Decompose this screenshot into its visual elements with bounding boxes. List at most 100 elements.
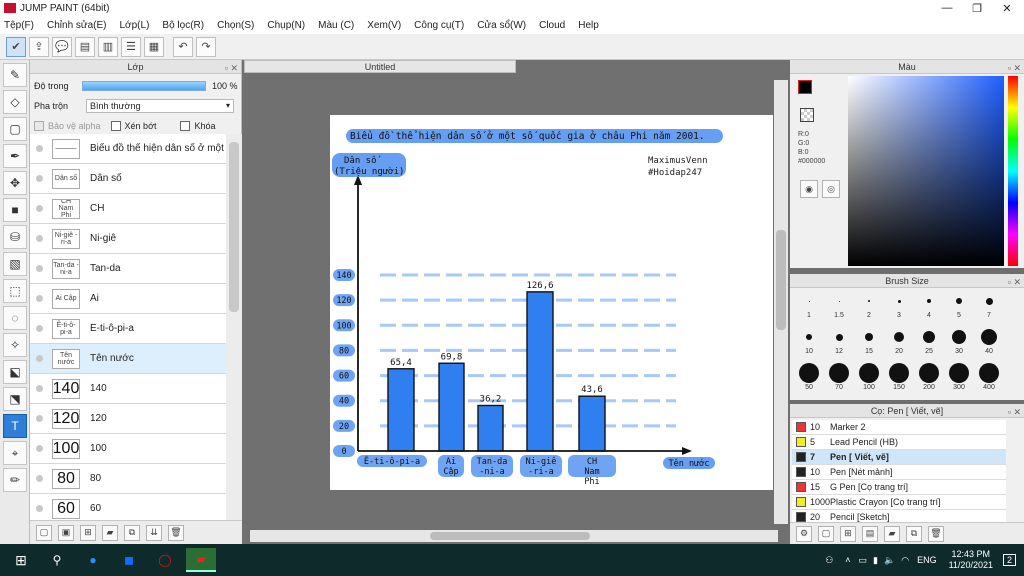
layer-scrollbar[interactable] — [226, 134, 242, 520]
layer-scroll-thumb[interactable] — [229, 142, 239, 312]
canvas-horizontal-scrollbar[interactable] — [250, 530, 778, 542]
search-icon[interactable]: ⚲ — [42, 548, 72, 572]
menu-item-6[interactable]: Màu (C) — [318, 20, 354, 31]
eye-icon[interactable] — [36, 475, 43, 482]
brush-size-cell[interactable]: 7 — [974, 290, 1004, 319]
layer-row[interactable]: Dân số Dân số — [30, 164, 226, 194]
horizontal-scroll-thumb[interactable] — [430, 532, 590, 540]
brush-item[interactable]: 10 Pen [Nét mảnh] — [792, 465, 1006, 480]
eye-icon[interactable] — [36, 145, 43, 152]
menu-item-8[interactable]: Công cụ(T) — [414, 20, 464, 31]
eye-icon[interactable] — [36, 385, 43, 392]
brush-settings-icon[interactable]: ⚙ — [796, 525, 812, 542]
new-brush-icon[interactable]: ▢ — [818, 525, 834, 542]
pencil-tool-icon[interactable]: ✏ — [3, 468, 27, 492]
menu-item-11[interactable]: Help — [578, 20, 599, 31]
brush-size-cell[interactable]: 1.5 — [824, 290, 854, 319]
brush-item[interactable]: 7 Pen [ Viết, vẽ] — [792, 450, 1006, 465]
brush-item[interactable]: 10 Marker 2 — [792, 420, 1006, 435]
color-spectrum[interactable] — [848, 76, 1004, 266]
select-eraser-tool-icon[interactable]: ⬔ — [3, 387, 27, 411]
folder-icon[interactable]: ▰ — [102, 524, 118, 541]
volume-icon[interactable]: 🔈 — [884, 555, 895, 566]
eye-icon[interactable] — [36, 355, 43, 362]
opera-app-icon[interactable]: ◯ — [150, 548, 180, 572]
drawing-canvas[interactable]: Biểu đồ thể hiện dân số ở một số quốc gi… — [330, 115, 773, 490]
add-layer-menu-icon[interactable]: ⊞ — [80, 524, 96, 541]
duplicate-layer-icon[interactable]: ⧉ — [124, 524, 140, 541]
foreground-color-swatch[interactable] — [798, 80, 812, 94]
lasso-tool-icon[interactable]: ◌ — [3, 306, 27, 330]
brush-size-cell[interactable]: 4 — [914, 290, 944, 319]
blend-mode-select[interactable]: Bình thường ▾ — [86, 99, 234, 113]
hue-slider[interactable] — [1008, 76, 1018, 266]
pen-tool-icon[interactable]: ✒ — [3, 144, 27, 168]
dropper-tool-icon[interactable]: ⌖ — [3, 441, 27, 465]
brush-size-cell[interactable]: 50 — [794, 362, 824, 391]
delete-brush-icon[interactable]: 🗑 — [928, 525, 944, 542]
lock-checkbox[interactable] — [180, 121, 191, 131]
palette-picker-icon[interactable]: ◎ — [822, 180, 840, 198]
layer-row[interactable]: Ni-giê -ri-a Ni-giê — [30, 224, 226, 254]
brush-size-cell[interactable]: 5 — [944, 290, 974, 319]
canvas-vertical-scrollbar[interactable] — [774, 80, 788, 524]
brush-size-cell[interactable]: 150 — [884, 362, 914, 391]
wifi-icon[interactable]: ◠ — [901, 555, 909, 566]
network-icon[interactable]: ▭ — [859, 555, 868, 566]
layer-row[interactable]: CH Nam Phi CH — [30, 194, 226, 224]
palette-icon[interactable]: ◉ — [800, 180, 818, 198]
menu-item-1[interactable]: Chỉnh sửa(E) — [47, 20, 107, 31]
brush-folder-icon[interactable]: ▰ — [884, 525, 900, 542]
layer-row[interactable]: 80 80 — [30, 464, 226, 494]
eye-icon[interactable] — [36, 235, 43, 242]
eraser-tool-icon[interactable]: ◇ — [3, 90, 27, 114]
restore-button[interactable]: ❐ — [962, 0, 992, 16]
brush-size-cell[interactable]: 10 — [794, 326, 824, 355]
fill-rect-tool-icon[interactable]: ■ — [3, 198, 27, 222]
brush-menu-icon[interactable]: ⊞ — [840, 525, 856, 542]
select-icon[interactable]: ✔ — [6, 36, 26, 57]
panel-close-icon[interactable]: ▫ ✕ — [1008, 405, 1021, 419]
eye-icon[interactable] — [36, 325, 43, 332]
layer-row[interactable]: Tên nước Tên nước — [30, 344, 226, 374]
eye-icon[interactable] — [36, 265, 43, 272]
layer-row[interactable]: 140 140 — [30, 374, 226, 404]
notification-icon[interactable]: 2 — [1002, 554, 1016, 566]
menu-item-5[interactable]: Chụp(N) — [267, 20, 305, 31]
panel-close-icon[interactable]: ▫ ✕ — [1008, 275, 1021, 289]
eye-icon[interactable] — [36, 445, 43, 452]
clipping-checkbox[interactable] — [110, 121, 121, 131]
jumppaint-app-icon[interactable]: ▰ — [186, 548, 216, 572]
opacity-slider[interactable] — [82, 81, 206, 91]
rectangle-tool-icon[interactable]: ▢ — [3, 117, 27, 141]
move-tool-icon[interactable]: ✥ — [3, 171, 27, 195]
menu-item-4[interactable]: Chọn(S) — [217, 20, 254, 31]
people-icon[interactable]: ⚇ — [825, 555, 833, 566]
brush-size-cell[interactable]: 300 — [944, 362, 974, 391]
marquee-tool-icon[interactable]: ⬚ — [3, 279, 27, 303]
comment-icon[interactable]: 💬 — [52, 36, 72, 57]
menu-item-9[interactable]: Cửa sổ(W) — [477, 20, 526, 31]
layer-row[interactable]: 100 100 — [30, 434, 226, 464]
document-icon[interactable]: ▥ — [98, 36, 118, 57]
layer-row[interactable]: ——— Biểu đồ thể hiện dân số ở một — [30, 134, 226, 164]
windows-start-icon[interactable]: ⊞ — [6, 548, 36, 572]
brush-item[interactable]: 1000 Plastic Crayon [Cọ trang trí] — [792, 495, 1006, 510]
close-button[interactable]: ✕ — [992, 0, 1022, 16]
brush-size-cell[interactable]: 2 — [854, 290, 884, 319]
minimize-button[interactable]: — — [932, 0, 962, 16]
eye-icon[interactable] — [36, 205, 43, 212]
zalo-app-icon[interactable]: ◼ — [114, 548, 144, 572]
duplicate-brush-icon[interactable]: ⧉ — [906, 525, 922, 542]
merge-layer-icon[interactable]: ⇊ — [146, 524, 162, 541]
delete-layer-icon[interactable]: 🗑 — [168, 524, 184, 541]
gradient-tool-icon[interactable]: ▧ — [3, 252, 27, 276]
eye-icon[interactable] — [36, 415, 43, 422]
zoom-app-icon[interactable]: ● — [78, 548, 108, 572]
menu-item-10[interactable]: Cloud — [539, 20, 565, 31]
brush-item[interactable]: 15 G Pen [Cọ trang trí] — [792, 480, 1006, 495]
message-icon[interactable]: ▤ — [75, 36, 95, 57]
brush-size-cell[interactable]: 1 — [794, 290, 824, 319]
undo-icon[interactable]: ↶ — [173, 36, 193, 57]
list-icon[interactable]: ☰ — [121, 36, 141, 57]
